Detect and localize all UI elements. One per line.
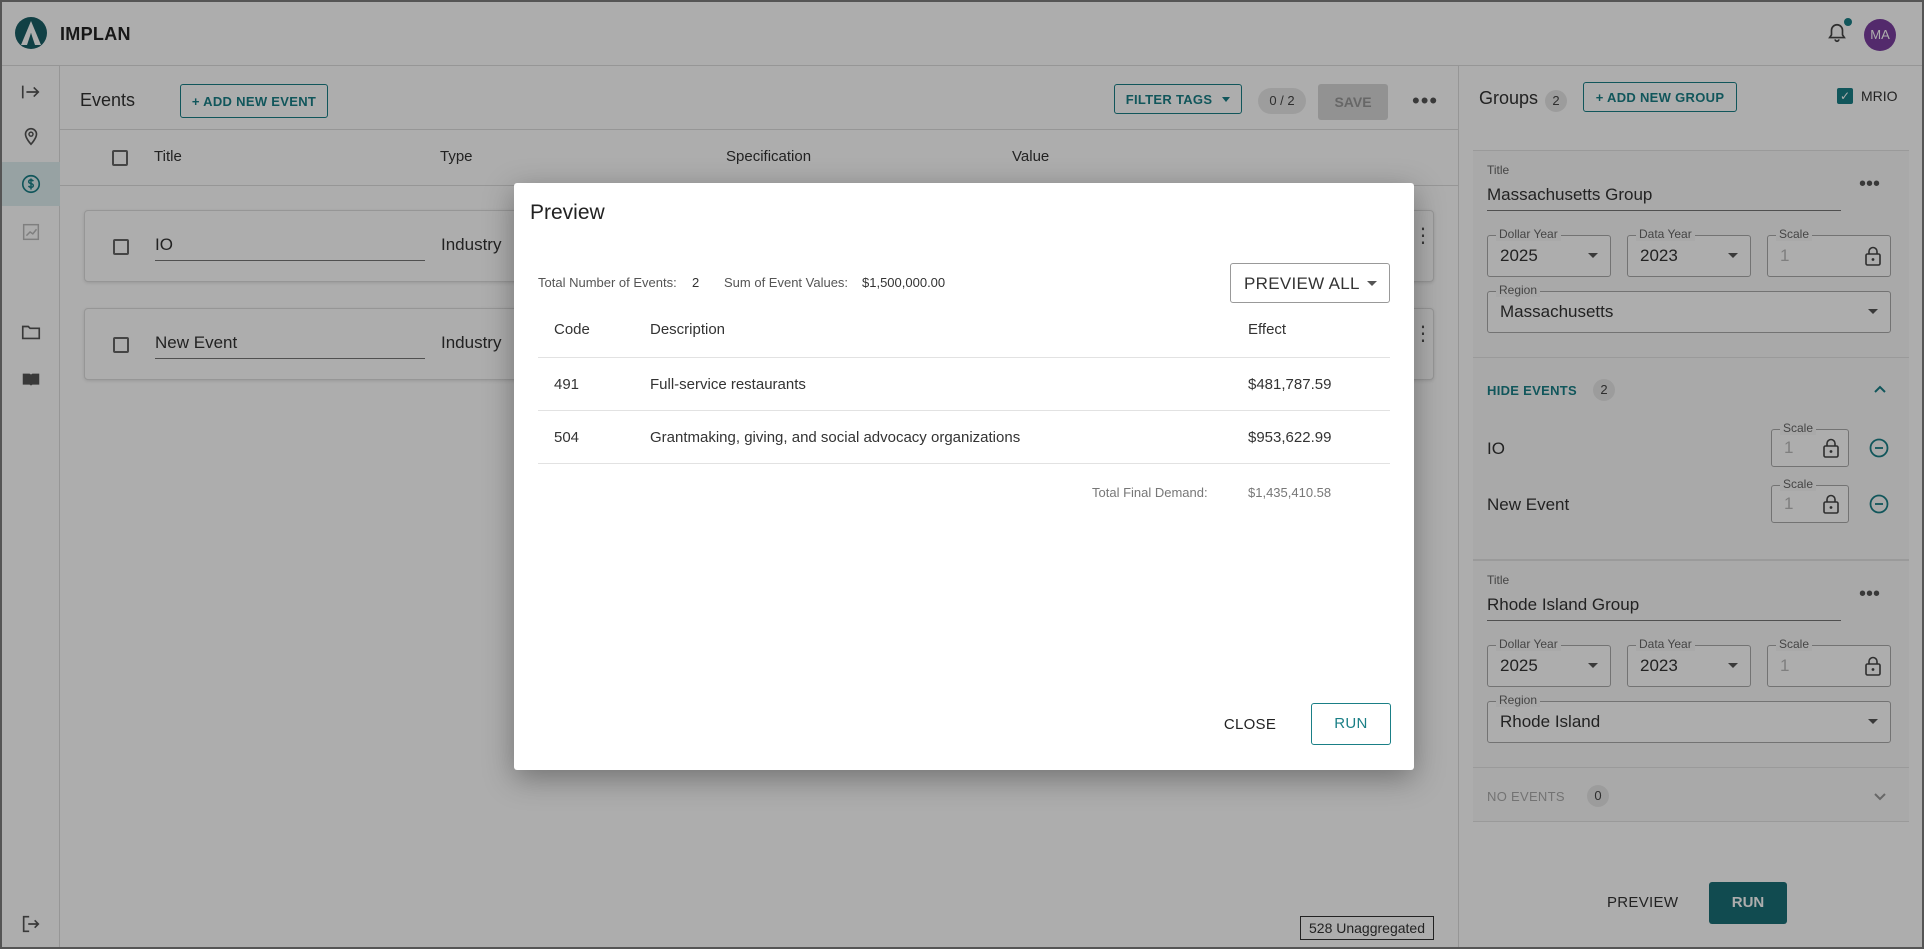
total-events-value: 2 xyxy=(692,275,700,290)
row-effect: $953,622.99 xyxy=(1248,429,1332,446)
preview-all-value: PREVIEW ALL xyxy=(1244,274,1360,293)
row-code: 491 xyxy=(554,376,580,393)
column-description: Description xyxy=(650,321,726,338)
dialog-title: Preview xyxy=(530,201,605,224)
preview-table-header: Code Description Effect xyxy=(538,305,1390,358)
preview-all-select[interactable]: PREVIEW ALL xyxy=(1230,263,1390,303)
row-description: Full-service restaurants xyxy=(650,376,806,393)
row-code: 504 xyxy=(554,429,580,446)
sum-event-values-label: Sum of Event Values: xyxy=(724,275,849,290)
total-events-label: Total Number of Events: xyxy=(538,275,677,290)
app-window: IMPLAN MA Events 2 xyxy=(0,0,1924,949)
close-button[interactable]: CLOSE xyxy=(1214,705,1286,745)
column-code: Code xyxy=(554,321,590,338)
total-final-demand-value: $1,435,410.58 xyxy=(1248,485,1332,500)
preview-dialog: Preview Total Number of Events: 2 Sum of… xyxy=(514,183,1414,770)
row-description: Grantmaking, giving, and social advocacy… xyxy=(650,429,1021,446)
table-row: 491 Full-service restaurants $481,787.59 xyxy=(538,358,1390,411)
column-effect: Effect xyxy=(1248,321,1287,338)
dialog-run-button[interactable]: RUN xyxy=(1311,703,1391,745)
caret-down-icon xyxy=(1367,281,1377,286)
total-final-demand-label: Total Final Demand: xyxy=(1092,485,1208,500)
table-row: 504 Grantmaking, giving, and social advo… xyxy=(538,411,1390,464)
row-effect: $481,787.59 xyxy=(1248,376,1332,393)
sum-event-values-value: $1,500,000.00 xyxy=(862,275,946,290)
